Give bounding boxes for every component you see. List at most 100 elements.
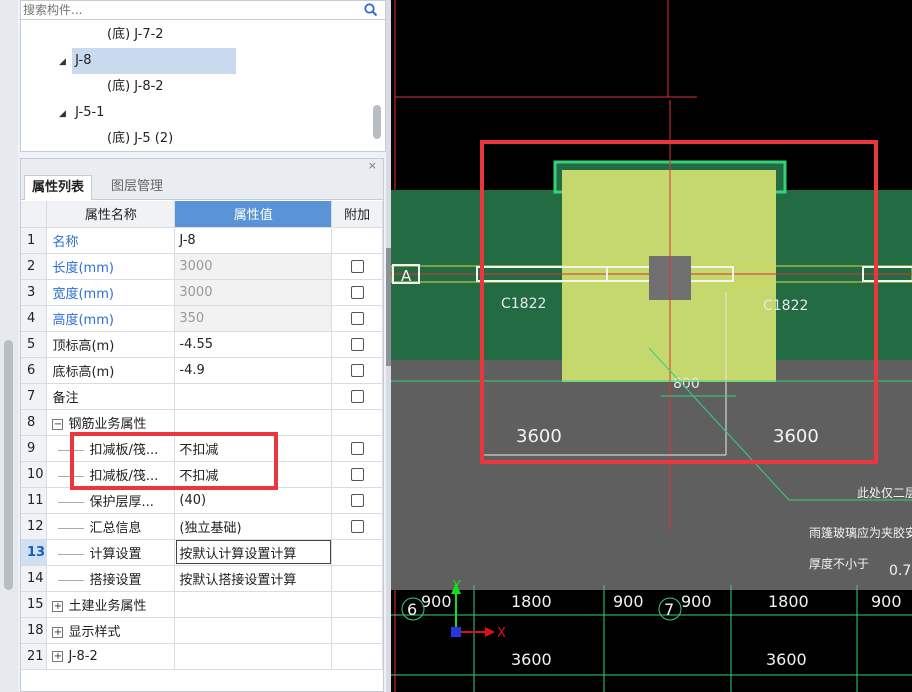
table-row[interactable]: 1 名称 J-8 xyxy=(21,227,383,254)
dimension-text: 900 xyxy=(681,592,712,611)
property-value[interactable]: 350 xyxy=(174,305,333,332)
property-value[interactable]: (40) xyxy=(174,487,333,514)
close-icon[interactable]: × xyxy=(368,159,377,172)
dimension-text: 900 xyxy=(421,592,452,611)
table-row-group[interactable]: 18 + 显示样式 xyxy=(21,617,383,644)
cad-canvas[interactable]: A C1822 C1822 800 3600 3600 此处仅二层 雨篷玻璃应为… xyxy=(391,0,912,692)
table-row-group[interactable]: 15 + 土建业务属性 xyxy=(21,591,383,618)
tree-scrollbar-thumb[interactable] xyxy=(373,105,381,139)
extra-cell xyxy=(331,487,383,514)
tree-item-j5-1[interactable]: ◢ J-5-1 xyxy=(59,100,104,126)
tree-item[interactable]: (底) J-7-2 xyxy=(107,22,164,48)
dimension-text: 3600 xyxy=(773,426,819,447)
row-number: 11 xyxy=(21,487,48,514)
tree-item-j8[interactable]: ◢ J-8 xyxy=(59,48,91,74)
tab-layers[interactable]: 图层管理 xyxy=(104,175,170,200)
cad-drawing[interactable]: A C1822 C1822 800 3600 3600 此处仅二层 雨篷玻璃应为… xyxy=(391,0,912,692)
extra-cell xyxy=(331,461,383,488)
tree-item[interactable]: (底) J-8-2 xyxy=(107,74,164,100)
collapse-toggle-icon[interactable]: − xyxy=(52,418,64,430)
axis-label-a: A xyxy=(401,267,412,285)
row-number: 13 xyxy=(21,539,48,566)
table-row[interactable]: 6 底标高(m) -4.9 xyxy=(21,357,383,384)
property-value[interactable]: -4.55 xyxy=(174,331,333,358)
property-label: 计算设置 xyxy=(89,546,142,562)
note-text: 雨篷玻璃应为夹胶安全 xyxy=(809,525,912,540)
tab-properties[interactable]: 属性列表 xyxy=(24,175,93,200)
property-value[interactable]: 3000 xyxy=(174,279,333,306)
component-tree-panel: (底) J-7-2 ◢ J-8 (底) J-8-2 ◢ J-5-1 (底) J-… xyxy=(20,0,386,152)
group-label: 土建业务属性 xyxy=(68,598,147,614)
tree-selection-highlight xyxy=(72,48,236,74)
table-row[interactable]: 12 汇总信息 (独立基础) xyxy=(21,513,383,540)
tree-item-label: (底) J-7-2 xyxy=(107,27,164,42)
property-value-editor[interactable]: 按默认计算设置计算 xyxy=(174,539,333,566)
outer-scrollbar-thumb[interactable] xyxy=(4,340,13,590)
tree-indent-line xyxy=(58,553,85,555)
extra-checkbox[interactable] xyxy=(350,519,364,533)
property-value[interactable]: 3000 xyxy=(174,253,333,280)
property-value[interactable]: 按默认搭接设置计算 xyxy=(174,565,333,592)
gray-slab xyxy=(391,360,912,590)
extra-checkbox[interactable] xyxy=(350,389,364,403)
row-number: 6 xyxy=(21,357,48,384)
row-number: 7 xyxy=(21,383,48,410)
extra-cell xyxy=(331,279,383,306)
property-value[interactable]: -4.9 xyxy=(174,357,333,384)
property-name: 名称 xyxy=(46,227,176,254)
table-row[interactable]: 5 顶标高(m) -4.55 xyxy=(21,331,383,358)
dimension-text: 3600 xyxy=(766,650,807,669)
row-number: 10 xyxy=(21,461,48,488)
collapse-arrow-icon[interactable]: ◢ xyxy=(59,101,71,127)
row-number: 1 xyxy=(21,227,48,254)
extra-cell xyxy=(331,539,383,566)
table-row[interactable]: 3 宽度(mm) 3000 xyxy=(21,279,383,306)
extra-checkbox[interactable] xyxy=(350,493,364,507)
extra-checkbox[interactable] xyxy=(350,337,364,351)
search-input[interactable] xyxy=(23,1,353,19)
highlight-rectangle xyxy=(70,432,278,490)
extra-checkbox[interactable] xyxy=(350,467,364,481)
expand-toggle-icon[interactable]: + xyxy=(52,600,64,612)
extra-cell xyxy=(331,591,383,618)
property-value[interactable]: J-8 xyxy=(174,227,333,254)
note-text: 0.7 xyxy=(889,563,911,579)
extra-checkbox[interactable] xyxy=(350,259,364,273)
property-name: 顶标高(m) xyxy=(46,331,176,358)
table-row[interactable]: 11 保护层厚... (40) xyxy=(21,487,383,514)
note-text: 此处仅二层 xyxy=(857,486,912,500)
property-name: 底标高(m) xyxy=(46,357,176,384)
expand-toggle-icon[interactable]: + xyxy=(52,626,64,638)
row-number: 14 xyxy=(21,565,48,592)
property-value xyxy=(174,617,333,644)
tree-item-label: (底) J-5 (2) xyxy=(107,131,174,146)
table-row[interactable]: 4 高度(mm) 350 xyxy=(21,305,383,332)
left-panel: (底) J-7-2 ◢ J-8 (底) J-8-2 ◢ J-5-1 (底) J-… xyxy=(0,0,391,692)
grid-label: 6 xyxy=(407,600,417,619)
search-icon[interactable] xyxy=(363,2,379,18)
table-row[interactable]: 2 长度(mm) 3000 xyxy=(21,253,383,280)
extra-checkbox[interactable] xyxy=(350,441,364,455)
property-label: 保护层厚... xyxy=(89,494,154,510)
collapse-arrow-icon[interactable]: ◢ xyxy=(59,49,71,75)
property-name: 搭接设置 xyxy=(46,565,176,592)
table-row[interactable]: 7 备注 xyxy=(21,383,383,410)
ucs-origin xyxy=(451,627,461,637)
beam-label: C1822 xyxy=(763,298,808,314)
tree-item[interactable]: (底) J-5 (2) xyxy=(107,126,173,152)
tree-indent-line xyxy=(58,501,85,503)
property-value[interactable]: (独立基础) xyxy=(174,513,333,540)
property-value-header: 属性值 xyxy=(174,201,333,228)
extra-checkbox[interactable] xyxy=(350,311,364,325)
row-number-header xyxy=(21,201,48,228)
extra-checkbox[interactable] xyxy=(350,363,364,377)
extra-cell xyxy=(331,253,383,280)
property-value[interactable] xyxy=(174,383,333,410)
outer-scrollbar[interactable] xyxy=(0,0,18,692)
extra-checkbox[interactable] xyxy=(350,285,364,299)
table-row-selected[interactable]: 13 计算设置 按默认计算设置计算 xyxy=(21,539,383,566)
row-number: 3 xyxy=(21,279,48,306)
table-row-group[interactable]: 21 + J-8-2 xyxy=(21,643,383,670)
expand-toggle-icon[interactable]: + xyxy=(52,650,64,662)
table-row[interactable]: 14 搭接设置 按默认搭接设置计算 xyxy=(21,565,383,592)
